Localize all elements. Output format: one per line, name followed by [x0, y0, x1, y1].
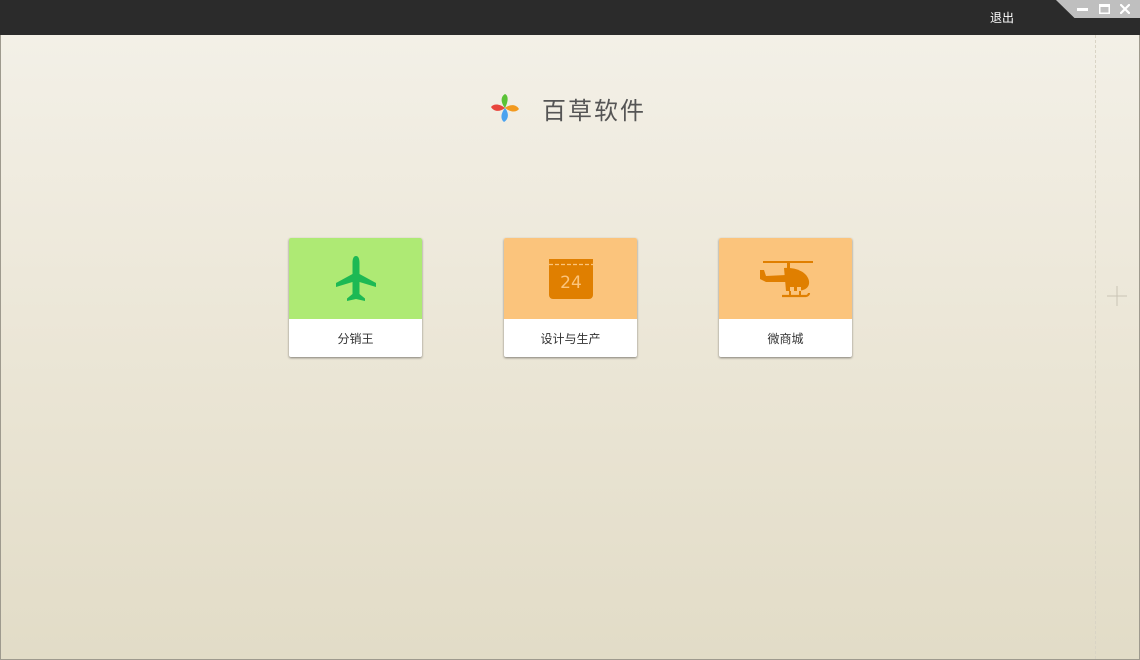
tile-label: 设计与生产 — [540, 331, 601, 346]
calendar-icon: 24 — [548, 258, 593, 299]
tile-icon-area — [719, 238, 852, 319]
tile-weishangcheng[interactable]: 微商城 — [719, 238, 852, 357]
helicopter-icon — [759, 260, 813, 297]
close-icon — [1120, 4, 1130, 14]
add-panel-button[interactable] — [1107, 286, 1127, 306]
pinwheel-logo-icon — [491, 94, 519, 122]
exit-link[interactable]: 退出 — [990, 10, 1014, 26]
minimize-button[interactable] — [1075, 2, 1089, 16]
maximize-button[interactable] — [1097, 2, 1111, 16]
tile-icon-area: 24 — [504, 238, 637, 319]
logo-text: 百草软件 — [542, 96, 646, 125]
title-bar: 退出 — [0, 0, 1140, 35]
tile-icon-area — [289, 238, 422, 319]
maximize-icon — [1098, 4, 1110, 14]
airplane-icon — [335, 255, 376, 301]
tile-design-production[interactable]: 24 设计与生产 — [504, 238, 637, 357]
minimize-icon — [1076, 7, 1088, 11]
close-button[interactable] — [1118, 2, 1132, 16]
logo: 百草软件 — [488, 91, 668, 125]
main-area: 百草软件 分销王 24 设计与生产 微商城 — [1, 35, 1139, 659]
side-divider — [1095, 35, 1096, 659]
tile-label: 分销王 — [337, 331, 374, 346]
tile-fenxiaowang[interactable]: 分销王 — [289, 238, 422, 357]
plus-icon — [1107, 286, 1127, 306]
tile-label: 微商城 — [767, 331, 804, 346]
calendar-day: 24 — [560, 273, 582, 293]
